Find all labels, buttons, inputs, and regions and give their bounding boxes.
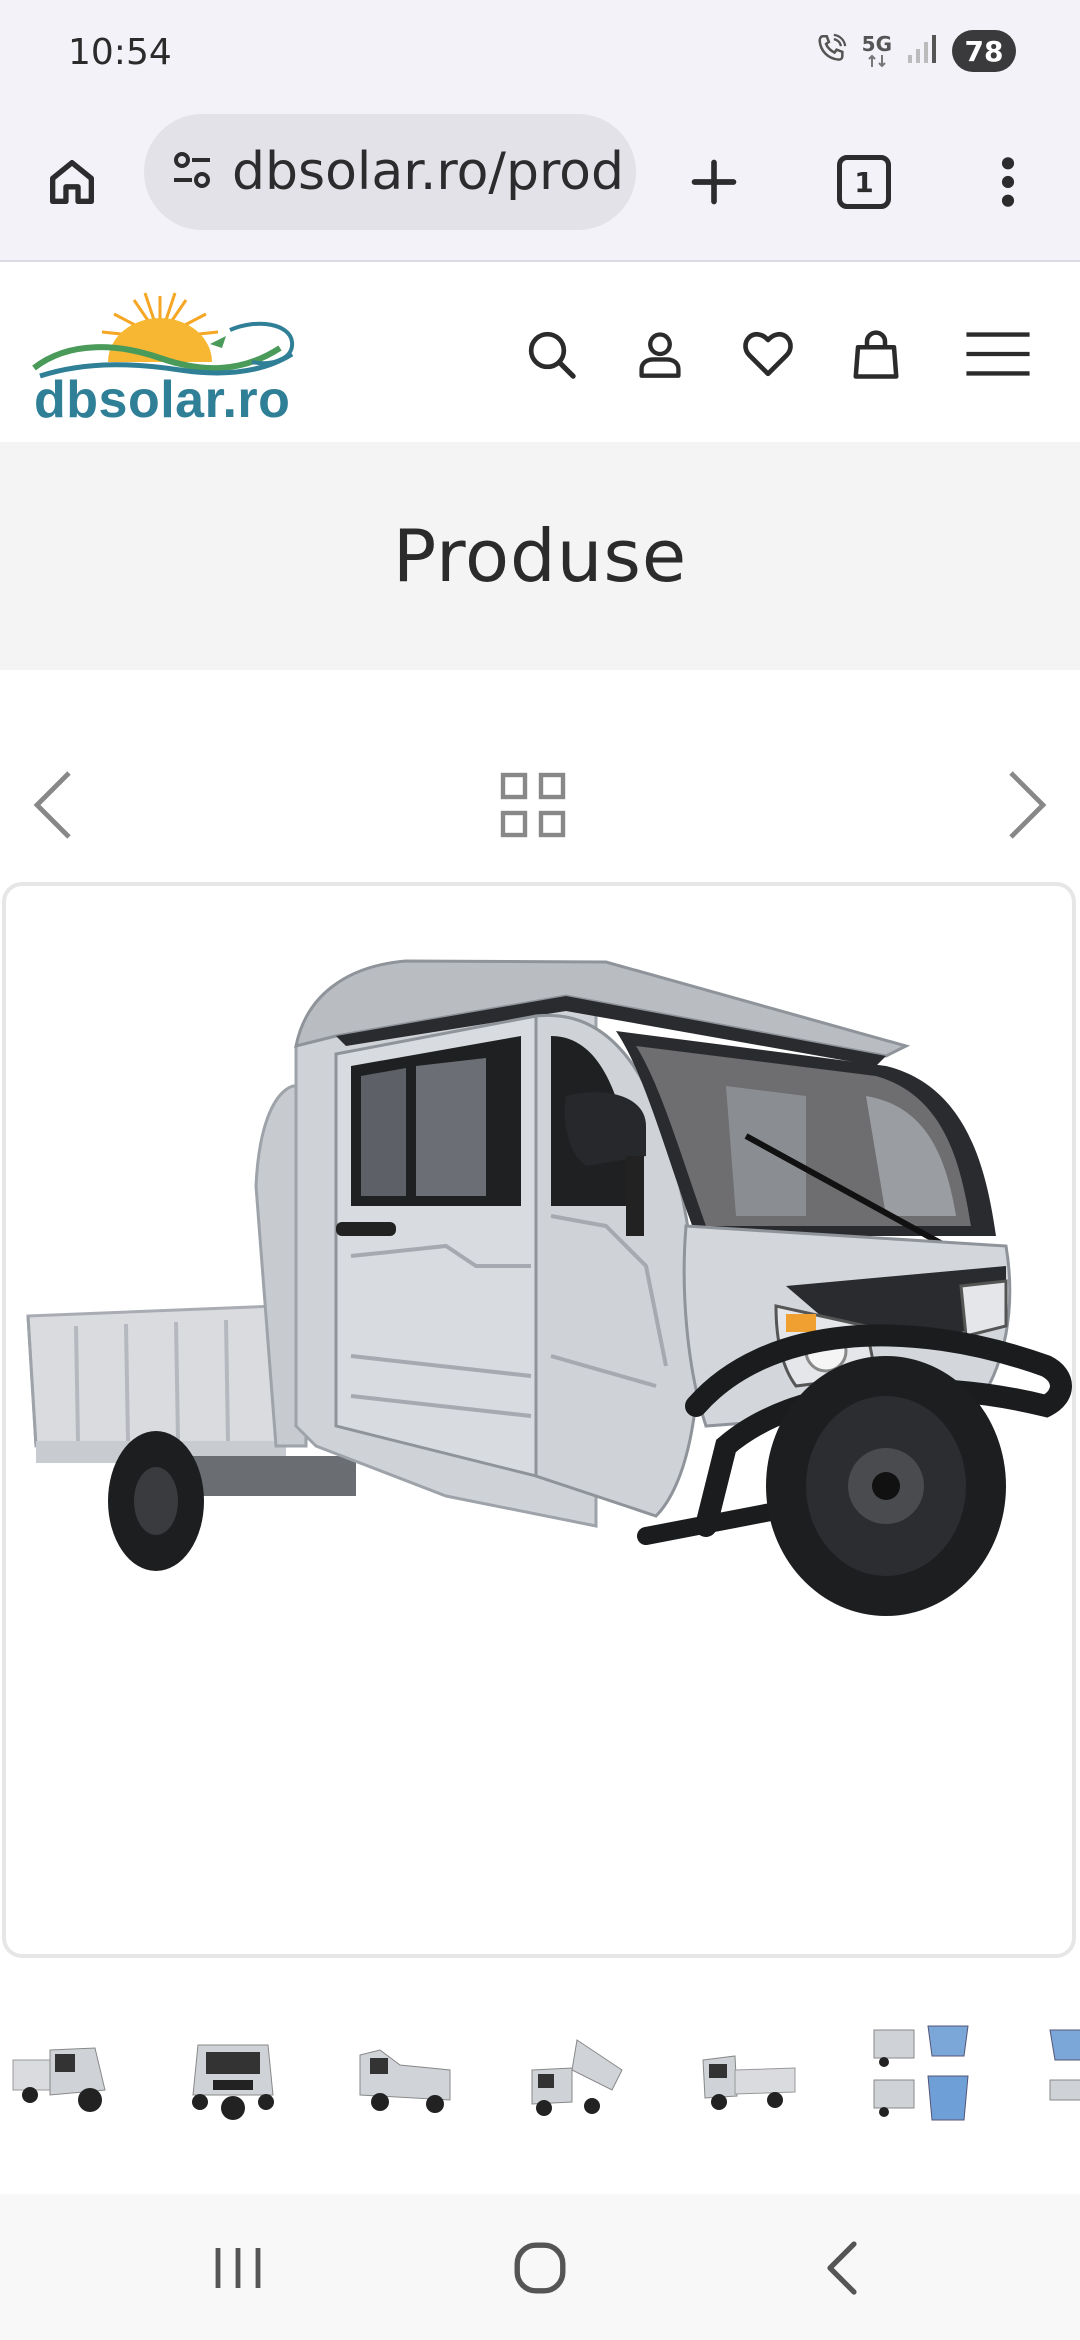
site-header: dbsolar.ro — [0, 264, 1080, 442]
grid-icon[interactable] — [488, 760, 578, 850]
thumbnail-3[interactable] — [350, 2020, 460, 2130]
page-title-band: Produse — [0, 442, 1080, 670]
logo-text: dbsolar.ro — [34, 371, 291, 429]
product-image-frame[interactable] — [2, 882, 1076, 1958]
5g-icon: 5G — [862, 34, 892, 68]
thumbnail-4[interactable] — [522, 2020, 632, 2130]
product-image[interactable] — [6, 886, 1072, 1954]
new-tab-icon[interactable] — [678, 146, 750, 218]
wifi-calling-icon — [814, 32, 848, 71]
tabs-icon[interactable]: 1 — [828, 146, 900, 218]
recents-icon[interactable] — [198, 2228, 278, 2308]
site-logo[interactable]: dbsolar.ro — [30, 278, 300, 429]
status-icons: 5G 78 — [814, 30, 1016, 72]
chevron-right-icon[interactable] — [982, 760, 1072, 850]
thumbnail-2[interactable] — [178, 2020, 288, 2130]
thumbnail-6[interactable] — [868, 2020, 978, 2130]
battery-icon: 78 — [952, 30, 1016, 72]
status-bar: 10:54 5G 78 — [0, 0, 1080, 110]
tab-count: 1 — [837, 155, 891, 209]
thumbnail-strip — [0, 2014, 1080, 2144]
search-icon[interactable] — [511, 314, 591, 394]
thumbnail-5[interactable] — [695, 2020, 805, 2130]
address-bar[interactable]: dbsolar.ro/prod — [144, 114, 636, 230]
overflow-menu-icon[interactable] — [972, 146, 1044, 218]
home-icon[interactable] — [36, 146, 108, 218]
account-icon[interactable] — [620, 314, 700, 394]
cart-icon[interactable] — [836, 314, 916, 394]
site-settings-icon[interactable] — [168, 146, 216, 199]
hamburger-menu-icon[interactable] — [958, 314, 1038, 394]
wishlist-icon[interactable] — [728, 314, 808, 394]
status-time: 10:54 — [68, 32, 172, 73]
back-icon[interactable] — [802, 2228, 882, 2308]
network-label: 5G — [861, 32, 892, 56]
browser-toolbar: dbsolar.ro/prod 1 — [0, 110, 1080, 262]
url-text: dbsolar.ro/prod — [232, 142, 625, 202]
chevron-left-icon[interactable] — [8, 760, 98, 850]
system-navigation-bar — [0, 2194, 1080, 2340]
thumbnail-1[interactable] — [5, 2020, 115, 2130]
home-circle-icon[interactable] — [500, 2228, 580, 2308]
product-navigation — [0, 760, 1080, 850]
signal-icon — [906, 33, 938, 70]
thumbnail-7[interactable] — [1040, 2020, 1080, 2130]
page-title: Produse — [392, 514, 688, 598]
